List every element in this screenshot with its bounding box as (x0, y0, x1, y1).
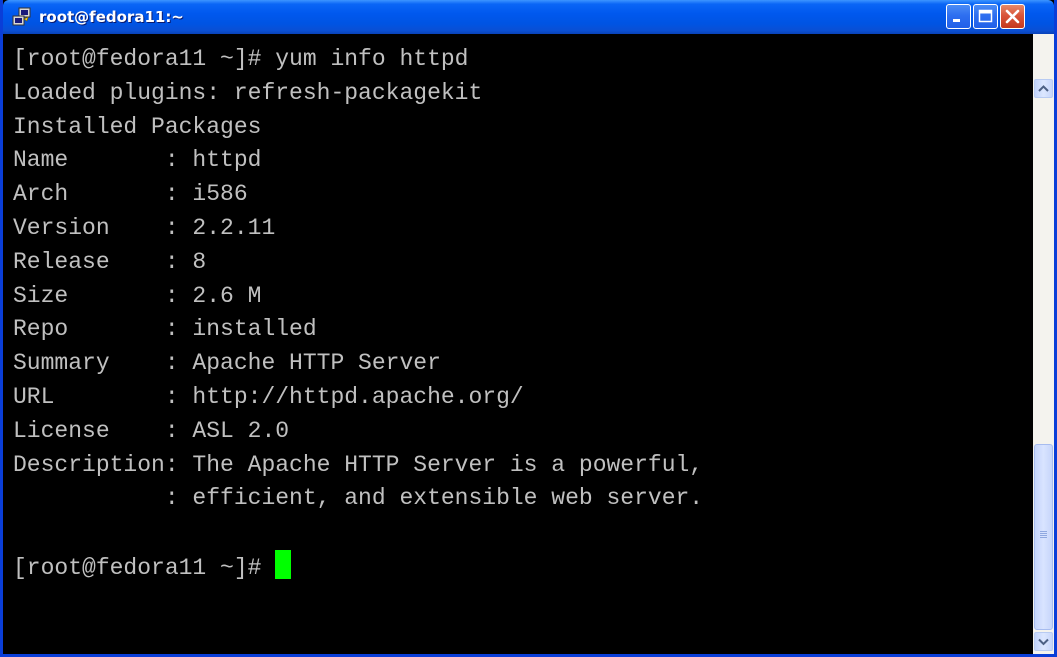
scroll-up-arrow-icon (1038, 85, 1049, 92)
terminal-line: Version : 2.2.11 (13, 214, 276, 241)
terminal-output[interactable]: [root@fedora11 ~]# yum info httpd Loaded… (3, 34, 1033, 654)
terminal-line: Installed Packages (13, 113, 262, 140)
scroll-grip-icon (1040, 531, 1047, 538)
title-bar[interactable]: root@fedora11:~ (3, 0, 1054, 34)
terminal-line: URL : http://httpd.apache.org/ (13, 383, 524, 410)
terminal-line: : efficient, and extensible web server. (13, 485, 704, 512)
terminal-cursor (275, 549, 292, 579)
terminal-lines: [root@fedora11 ~]# yum info httpd Loaded… (13, 43, 703, 584)
terminal-prompt: [root@fedora11 ~]# (13, 554, 276, 581)
minimize-icon (953, 19, 960, 22)
terminal-line: Release : 8 (13, 248, 207, 275)
scroll-up-button[interactable] (1034, 79, 1053, 98)
maximize-icon (978, 9, 993, 23)
terminal-line: Loaded plugins: refresh-packagekit (13, 79, 483, 106)
vertical-scrollbar[interactable] (1033, 34, 1054, 654)
terminal-window: root@fedora11:~ [root@fedora11 ~]# yum i… (0, 0, 1057, 657)
terminal-line: Size : 2.6 M (13, 282, 262, 309)
terminal-line: Arch : i586 (13, 181, 248, 208)
close-button[interactable] (1000, 4, 1025, 29)
putty-icon[interactable] (12, 7, 32, 27)
scroll-thumb[interactable] (1034, 444, 1053, 630)
maximize-button[interactable] (973, 4, 998, 29)
terminal-line: Summary : Apache HTTP Server (13, 350, 441, 377)
close-icon (1005, 9, 1020, 24)
scroll-down-button[interactable] (1034, 632, 1053, 651)
terminal-line: [root@fedora11 ~]# yum info httpd (13, 46, 469, 72)
scroll-down-arrow-icon (1038, 638, 1049, 646)
terminal-line: Name : httpd (13, 147, 262, 174)
terminal-prompt-line: [root@fedora11 ~]# (13, 549, 703, 584)
minimize-button[interactable] (946, 4, 971, 29)
terminal-line: License : ASL 2.0 (13, 417, 290, 444)
window-title: root@fedora11:~ (39, 8, 184, 26)
terminal-line: Description: The Apache HTTP Server is a… (13, 451, 704, 478)
terminal-line: Repo : installed (13, 316, 317, 343)
